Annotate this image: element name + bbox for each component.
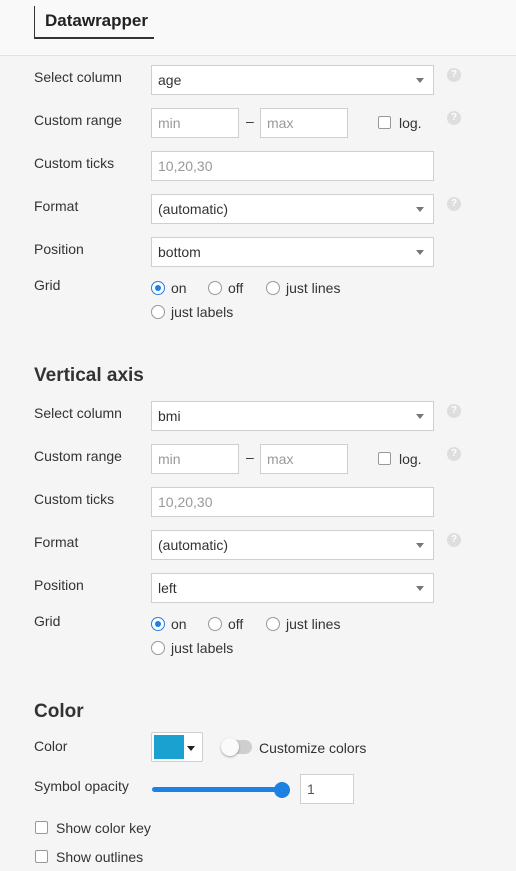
help-icon[interactable]: ?: [447, 197, 461, 211]
vertical-axis-heading: Vertical axis: [34, 365, 144, 386]
h-position-value: bottom: [158, 244, 201, 260]
color-swatch: [154, 735, 184, 759]
h-grid-radio-just-lines[interactable]: [266, 281, 280, 295]
customize-colors-toggle[interactable]: [221, 738, 252, 756]
v-range-max-input[interactable]: max: [260, 444, 348, 474]
top-bar: Datawrapper: [0, 0, 516, 56]
h-position-label: Position: [34, 241, 84, 257]
v-format-label: Format: [34, 534, 79, 550]
range-dash: –: [246, 449, 254, 465]
v-grid-label: Grid: [34, 613, 61, 629]
h-custom-ticks-input[interactable]: 10,20,30: [151, 151, 434, 181]
v-custom-ticks-input[interactable]: 10,20,30: [151, 487, 434, 517]
h-grid-option-off: off: [228, 280, 244, 296]
v-select-column-label: Select column: [34, 405, 122, 421]
h-grid-label: Grid: [34, 277, 61, 293]
h-select-column-label: Select column: [34, 69, 122, 85]
show-outlines-label: Show outlines: [56, 849, 144, 865]
h-select-column-value: age: [158, 72, 182, 88]
help-icon[interactable]: ?: [447, 447, 461, 461]
h-position-dropdown[interactable]: bottom: [151, 237, 434, 267]
h-format-label: Format: [34, 198, 79, 214]
chevron-down-icon: [416, 250, 424, 255]
v-grid-option-just-labels: just labels: [171, 640, 234, 656]
color-heading: Color: [34, 701, 84, 722]
v-custom-range-label: Custom range: [34, 448, 122, 464]
h-custom-ticks-label: Custom ticks: [34, 155, 115, 171]
chevron-down-icon: [416, 543, 424, 548]
v-grid-radio-just-lines[interactable]: [266, 617, 280, 631]
show-color-key-label: Show color key: [56, 820, 151, 836]
v-select-column-dropdown[interactable]: bmi: [151, 401, 434, 431]
brand-logo[interactable]: Datawrapper: [34, 6, 154, 39]
v-grid-option-just-lines: just lines: [286, 616, 341, 632]
h-grid-option-on: on: [171, 280, 187, 296]
caret-down-icon: [187, 746, 195, 751]
h-grid-radio-on[interactable]: [151, 281, 165, 295]
v-range-min-input[interactable]: min: [151, 444, 239, 474]
help-icon[interactable]: ?: [447, 533, 461, 547]
v-grid-option-on: on: [171, 616, 187, 632]
v-grid-radio-on[interactable]: [151, 617, 165, 631]
chevron-down-icon: [416, 78, 424, 83]
color-label: Color: [34, 738, 68, 754]
v-position-label: Position: [34, 577, 84, 593]
help-icon[interactable]: ?: [447, 111, 461, 125]
v-format-value: (automatic): [158, 537, 229, 553]
h-log-checkbox[interactable]: [378, 116, 391, 129]
help-icon[interactable]: ?: [447, 68, 461, 82]
h-range-max-input[interactable]: max: [260, 108, 348, 138]
chevron-down-icon: [416, 414, 424, 419]
v-custom-ticks-label: Custom ticks: [34, 491, 115, 507]
customize-colors-label: Customize colors: [259, 740, 367, 756]
show-outlines-checkbox[interactable]: [35, 850, 48, 863]
range-dash: –: [246, 113, 254, 129]
color-picker-button[interactable]: [151, 732, 203, 762]
chevron-down-icon: [416, 207, 424, 212]
h-grid-radio-off[interactable]: [208, 281, 222, 295]
help-icon[interactable]: ?: [447, 404, 461, 418]
toggle-knob: [221, 738, 239, 756]
v-log-label: log.: [399, 451, 422, 467]
h-range-min-input[interactable]: min: [151, 108, 239, 138]
v-format-dropdown[interactable]: (automatic): [151, 530, 434, 560]
opacity-slider-thumb[interactable]: [274, 782, 290, 798]
opacity-value-input[interactable]: 1: [300, 774, 354, 804]
v-grid-radio-just-labels[interactable]: [151, 641, 165, 655]
v-grid-radio-off[interactable]: [208, 617, 222, 631]
opacity-slider-track[interactable]: [152, 787, 285, 792]
show-color-key-checkbox[interactable]: [35, 821, 48, 834]
v-position-dropdown[interactable]: left: [151, 573, 434, 603]
h-select-column-dropdown[interactable]: age: [151, 65, 434, 95]
h-grid-option-just-labels: just labels: [171, 304, 234, 320]
v-log-checkbox[interactable]: [378, 452, 391, 465]
v-grid-option-off: off: [228, 616, 244, 632]
h-format-value: (automatic): [158, 201, 229, 217]
symbol-opacity-label: Symbol opacity: [34, 778, 129, 794]
h-format-dropdown[interactable]: (automatic): [151, 194, 434, 224]
h-custom-range-label: Custom range: [34, 112, 122, 128]
v-select-column-value: bmi: [158, 408, 181, 424]
h-grid-radio-just-labels[interactable]: [151, 305, 165, 319]
h-log-label: log.: [399, 115, 422, 131]
v-position-value: left: [158, 580, 177, 596]
chevron-down-icon: [416, 586, 424, 591]
h-grid-option-just-lines: just lines: [286, 280, 341, 296]
